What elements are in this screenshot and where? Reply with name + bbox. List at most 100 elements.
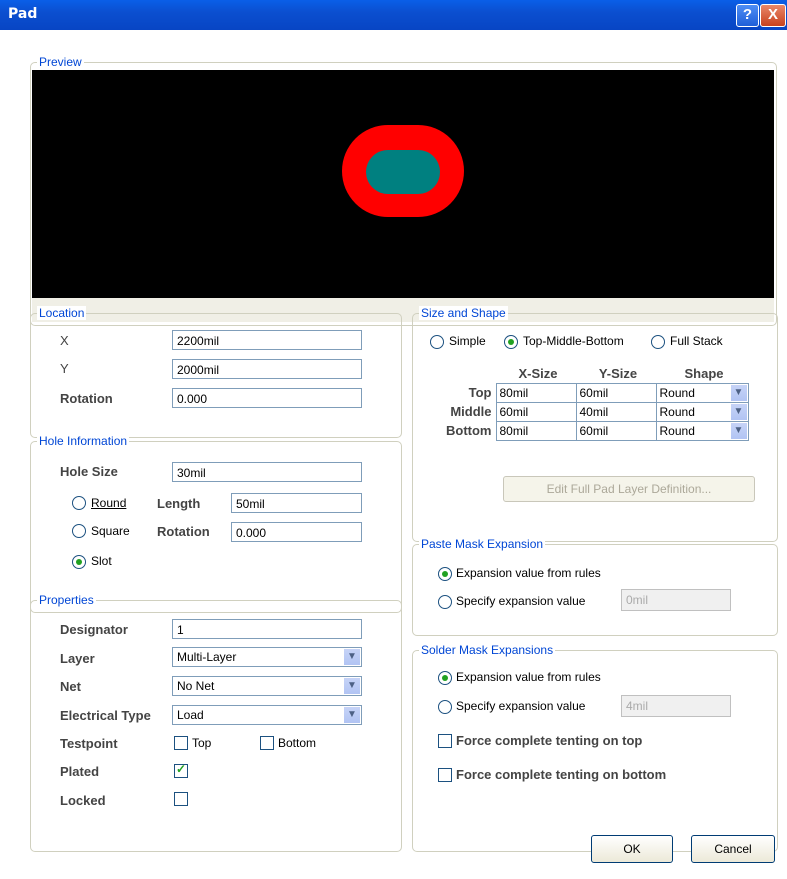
full-stack-label[interactable]: Full Stack	[670, 334, 723, 348]
y-input[interactable]: 2000mil	[172, 359, 362, 379]
simple-radio[interactable]	[430, 335, 444, 349]
top-middle-bottom-radio[interactable]	[504, 335, 518, 349]
help-button[interactable]: ?	[736, 4, 759, 27]
middle-shape-select[interactable]: Round ▼	[655, 402, 749, 422]
designator-input[interactable]: 1	[172, 619, 362, 639]
pad-preview-graphic	[342, 125, 464, 217]
tent-bottom-checkbox[interactable]	[438, 768, 452, 782]
solder-rules-label[interactable]: Expansion value from rules	[456, 670, 601, 684]
net-select[interactable]: No Net ▼	[172, 676, 362, 696]
row-bottom-label: Bottom	[446, 422, 492, 438]
hole-info-label: Hole Information	[37, 434, 130, 448]
row-middle-label: Middle	[450, 403, 492, 419]
hole-rotation-label: Rotation	[157, 524, 210, 539]
testpoint-top-label[interactable]: Top	[192, 736, 211, 750]
chevron-down-icon[interactable]: ▼	[344, 649, 360, 665]
chevron-down-icon[interactable]: ▼	[344, 707, 360, 723]
tent-bottom-label[interactable]: Force complete tenting on bottom	[456, 767, 666, 782]
full-stack-radio[interactable]	[651, 335, 665, 349]
paste-specify-label[interactable]: Specify expansion value	[456, 594, 585, 608]
location-label: Location	[37, 306, 87, 320]
rotation-input[interactable]: 0.000	[172, 388, 362, 408]
simple-label[interactable]: Simple	[449, 334, 486, 348]
length-input[interactable]: 50mil	[231, 493, 362, 513]
ok-button[interactable]: OK	[591, 835, 673, 863]
solder-specify-radio[interactable]	[438, 700, 452, 714]
chevron-down-icon[interactable]: ▼	[730, 423, 747, 439]
plated-checkbox[interactable]	[174, 762, 188, 778]
x-size-header: X-Size	[518, 366, 558, 381]
tab-top-layer[interactable]: Top Layer	[37, 270, 90, 284]
middle-y-size-cell[interactable]: 40mil	[575, 402, 657, 422]
net-label: Net	[60, 679, 81, 694]
edit-full-pad-layer-button[interactable]: Edit Full Pad Layer Definition...	[503, 476, 755, 502]
round-radio[interactable]	[72, 496, 86, 510]
pad-size-table: X-Size Y-Size Shape Top 80mil 60mil Roun…	[436, 366, 749, 441]
paste-rules-label[interactable]: Expansion value from rules	[456, 566, 601, 580]
designator-label: Designator	[60, 622, 128, 637]
tab-bottom-layer[interactable]: Bottom Layer	[108, 270, 179, 284]
plated-label: Plated	[60, 764, 100, 779]
square-radio[interactable]	[72, 524, 86, 538]
y-size-header: Y-Size	[598, 366, 638, 381]
dialog-body: Preview Top Layer Bottom Layer Multi-Lay…	[0, 30, 787, 879]
layer-value: Multi-Layer	[177, 650, 237, 664]
square-label[interactable]: Square	[91, 524, 130, 538]
chevron-down-icon[interactable]: ▼	[730, 404, 747, 420]
top-middle-bottom-label[interactable]: Top-Middle-Bottom	[523, 334, 624, 348]
net-value: No Net	[177, 679, 215, 693]
solder-value-input[interactable]: 4mil	[621, 695, 731, 717]
solder-rules-radio[interactable]	[438, 671, 452, 685]
window-title: Pad	[8, 6, 38, 22]
locked-checkbox[interactable]	[174, 792, 188, 806]
y-label: Y	[60, 361, 69, 376]
bottom-shape-value: Round	[659, 424, 695, 438]
preview-canvas[interactable]	[32, 70, 774, 298]
layer-select[interactable]: Multi-Layer ▼	[172, 647, 362, 667]
cancel-button[interactable]: Cancel	[691, 835, 775, 863]
tent-top-label[interactable]: Force complete tenting on top	[456, 733, 642, 748]
chevron-down-icon[interactable]: ▼	[344, 678, 360, 694]
middle-shape-value: Round	[659, 405, 695, 419]
paste-value-input[interactable]: 0mil	[621, 589, 731, 611]
hole-rotation-input[interactable]: 0.000	[231, 522, 362, 542]
testpoint-label: Testpoint	[60, 736, 118, 751]
testpoint-top-checkbox[interactable]	[174, 736, 188, 750]
locked-label: Locked	[60, 793, 106, 808]
round-label[interactable]: Round	[91, 496, 126, 510]
table-row: Middle 60mil 40mil Round ▼	[436, 402, 749, 422]
top-x-size-cell[interactable]: 80mil	[495, 383, 577, 403]
tab-multi-layer[interactable]: Multi-Layer	[192, 270, 251, 284]
top-y-size-cell[interactable]: 60mil	[575, 383, 657, 403]
hole-size-input[interactable]: 30mil	[172, 462, 362, 482]
middle-x-size-cell[interactable]: 60mil	[495, 402, 577, 422]
title-bar: Pad ? X	[0, 0, 787, 30]
top-shape-select[interactable]: Round ▼	[655, 383, 749, 403]
electrical-type-select[interactable]: Load ▼	[172, 705, 362, 725]
table-row: Bottom 80mil 60mil Round ▼	[436, 421, 749, 441]
close-button[interactable]: X	[760, 4, 786, 27]
hole-size-label: Hole Size	[60, 464, 118, 479]
pad-inner-shape	[366, 150, 440, 194]
row-top-label: Top	[468, 384, 492, 400]
properties-label: Properties	[37, 593, 96, 607]
x-input[interactable]: 2200mil	[172, 330, 362, 350]
paste-specify-radio[interactable]	[438, 595, 452, 609]
paste-rules-radio[interactable]	[438, 567, 452, 581]
rotation-label: Rotation	[60, 391, 113, 406]
table-row: Top 80mil 60mil Round ▼	[436, 383, 749, 403]
layer-label: Layer	[60, 651, 95, 666]
testpoint-bottom-checkbox[interactable]	[260, 736, 274, 750]
solder-specify-label[interactable]: Specify expansion value	[456, 699, 585, 713]
tent-top-checkbox[interactable]	[438, 734, 452, 748]
bottom-x-size-cell[interactable]: 80mil	[495, 421, 577, 441]
slot-radio[interactable]	[72, 555, 86, 569]
bottom-shape-select[interactable]: Round ▼	[655, 421, 749, 441]
chevron-down-icon[interactable]: ▼	[730, 385, 747, 401]
solder-mask-label: Solder Mask Expansions	[419, 643, 556, 657]
x-label: X	[60, 333, 69, 348]
electrical-type-label: Electrical Type	[60, 708, 151, 723]
testpoint-bottom-label[interactable]: Bottom	[278, 736, 316, 750]
bottom-y-size-cell[interactable]: 60mil	[575, 421, 657, 441]
slot-label[interactable]: Slot	[91, 554, 112, 568]
